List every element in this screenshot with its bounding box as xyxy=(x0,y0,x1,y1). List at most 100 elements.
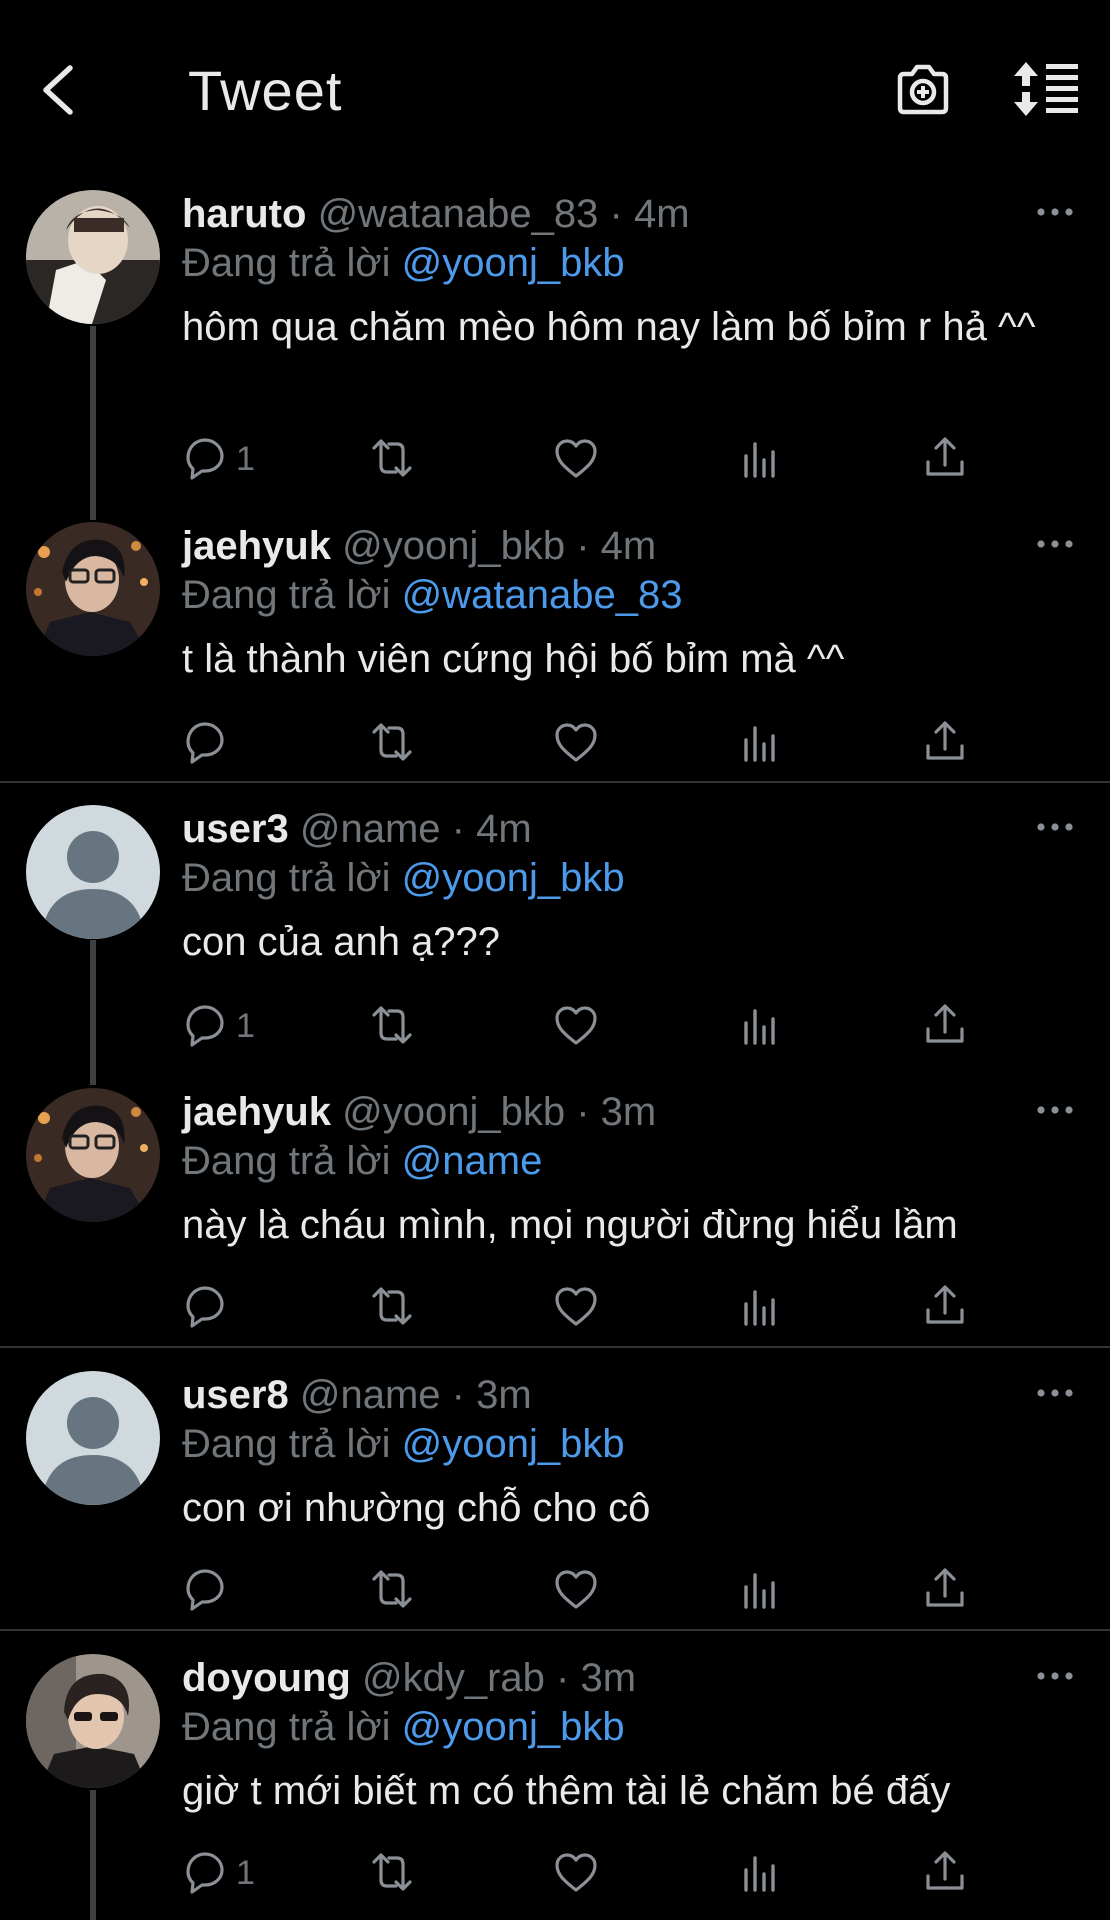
user-handle[interactable]: @yoonj_bkb xyxy=(342,524,565,568)
thread-connector-line xyxy=(90,326,96,520)
avatar[interactable] xyxy=(26,1371,160,1505)
reply-icon xyxy=(186,1005,224,1047)
reply-icon xyxy=(186,1286,224,1328)
sort-list-icon[interactable] xyxy=(1012,60,1080,118)
tweet-header: jaehyuk @yoonj_bkb · 3m xyxy=(182,1090,656,1134)
tweet-header: haruto @watanabe_83 · 4m xyxy=(182,192,690,236)
replying-to-handle[interactable]: @yoonj_bkb xyxy=(402,1705,625,1749)
reply-button[interactable] xyxy=(180,1565,236,1615)
reply-button[interactable]: 1 xyxy=(180,434,255,484)
share-button[interactable] xyxy=(920,1848,970,1898)
user-handle[interactable]: @name xyxy=(300,807,441,851)
avatar[interactable] xyxy=(26,1654,160,1788)
like-button[interactable] xyxy=(551,718,601,768)
reply-count: 1 xyxy=(236,439,255,478)
thread-connector-line xyxy=(90,940,96,1085)
views-button[interactable] xyxy=(736,434,786,484)
divider xyxy=(0,1629,1110,1631)
views-chart-icon xyxy=(744,1856,775,1892)
user-handle[interactable]: @yoonj_bkb xyxy=(342,1090,565,1134)
avatar[interactable] xyxy=(26,1088,160,1222)
top-navigation-bar: Tweet xyxy=(0,0,1110,180)
display-name[interactable]: user3 xyxy=(182,807,289,851)
like-button[interactable] xyxy=(551,1565,601,1615)
reply-button[interactable]: 1 xyxy=(180,1848,255,1898)
views-chart-icon xyxy=(744,1573,775,1609)
back-arrow-icon[interactable] xyxy=(34,60,84,120)
views-button[interactable] xyxy=(736,718,786,768)
retweet-button[interactable] xyxy=(366,434,416,484)
reply-button[interactable]: 1 xyxy=(180,1001,255,1051)
replying-to-handle[interactable]: @name xyxy=(402,1139,543,1183)
reply-icon xyxy=(186,1852,224,1894)
retweet-icon xyxy=(372,1853,412,1891)
views-chart-icon xyxy=(744,1009,775,1045)
retweet-icon xyxy=(372,723,412,761)
timestamp: · 3m xyxy=(576,1090,657,1134)
timestamp: · 4m xyxy=(609,192,690,236)
retweet-button[interactable] xyxy=(366,1848,416,1898)
display-name[interactable]: jaehyuk xyxy=(182,524,331,568)
tweet-actions: 1 xyxy=(180,1848,980,1898)
more-options-icon[interactable] xyxy=(1036,1666,1074,1686)
retweet-icon xyxy=(372,439,412,477)
share-button[interactable] xyxy=(920,1282,970,1332)
page-title: Tweet xyxy=(188,59,343,122)
replying-to-label: Đang trả lời xyxy=(182,1422,391,1466)
tweet-header: doyoung @kdy_rab · 3m xyxy=(182,1656,636,1700)
replying-to: Đang trả lời @yoonj_bkb xyxy=(182,1705,625,1749)
replying-to-handle[interactable]: @yoonj_bkb xyxy=(402,856,625,900)
user-handle[interactable]: @kdy_rab xyxy=(362,1656,545,1700)
heart-icon xyxy=(555,1287,597,1326)
thread-connector-line xyxy=(90,1790,96,1920)
share-icon xyxy=(926,1004,964,1043)
reply-button[interactable] xyxy=(180,718,236,768)
views-chart-icon xyxy=(744,726,775,762)
like-button[interactable] xyxy=(551,434,601,484)
more-options-icon[interactable] xyxy=(1036,1383,1074,1403)
replying-to: Đang trả lời @yoonj_bkb xyxy=(182,241,625,285)
views-chart-icon xyxy=(744,1290,775,1326)
replying-to-handle[interactable]: @yoonj_bkb xyxy=(402,241,625,285)
tweet-header: jaehyuk @yoonj_bkb · 4m xyxy=(182,524,656,568)
display-name[interactable]: user8 xyxy=(182,1373,289,1417)
tweet-text: con của anh ạ??? xyxy=(182,920,501,964)
replying-to-handle[interactable]: @yoonj_bkb xyxy=(402,1422,625,1466)
retweet-button[interactable] xyxy=(366,1565,416,1615)
views-button[interactable] xyxy=(736,1565,786,1615)
camera-plus-icon[interactable] xyxy=(894,60,952,118)
timestamp: · 4m xyxy=(576,524,657,568)
replying-to-label: Đang trả lời xyxy=(182,1705,391,1749)
share-button[interactable] xyxy=(920,1565,970,1615)
reply-button[interactable] xyxy=(180,1282,236,1332)
retweet-button[interactable] xyxy=(366,1001,416,1051)
like-button[interactable] xyxy=(551,1282,601,1332)
more-options-icon[interactable] xyxy=(1036,202,1074,222)
avatar[interactable] xyxy=(26,522,160,656)
user-handle[interactable]: @watanabe_83 xyxy=(318,192,599,236)
replying-to-handle[interactable]: @watanabe_83 xyxy=(402,573,683,617)
tweet-text: hôm qua chăm mèo hôm nay làm bố bỉm r hả… xyxy=(182,305,1036,349)
retweet-button[interactable] xyxy=(366,718,416,768)
user-handle[interactable]: @name xyxy=(300,1373,441,1417)
display-name[interactable]: doyoung xyxy=(182,1656,351,1700)
display-name[interactable]: haruto xyxy=(182,192,306,236)
views-button[interactable] xyxy=(736,1282,786,1332)
retweet-icon xyxy=(372,1287,412,1325)
more-options-icon[interactable] xyxy=(1036,817,1074,837)
views-button[interactable] xyxy=(736,1001,786,1051)
views-button[interactable] xyxy=(736,1848,786,1898)
replying-to: Đang trả lời @yoonj_bkb xyxy=(182,1422,625,1466)
like-button[interactable] xyxy=(551,1848,601,1898)
retweet-button[interactable] xyxy=(366,1282,416,1332)
avatar[interactable] xyxy=(26,805,160,939)
share-button[interactable] xyxy=(920,434,970,484)
more-options-icon[interactable] xyxy=(1036,1100,1074,1120)
more-options-icon[interactable] xyxy=(1036,534,1074,554)
heart-icon xyxy=(555,723,597,762)
avatar[interactable] xyxy=(26,190,160,324)
share-button[interactable] xyxy=(920,718,970,768)
display-name[interactable]: jaehyuk xyxy=(182,1090,331,1134)
like-button[interactable] xyxy=(551,1001,601,1051)
share-button[interactable] xyxy=(920,1001,970,1051)
